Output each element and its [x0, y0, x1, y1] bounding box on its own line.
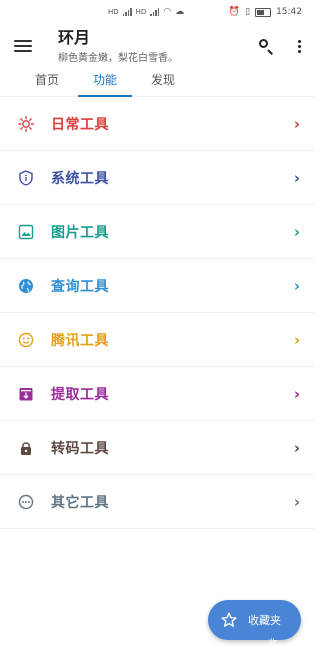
sim-hd-icon-2: HD: [135, 8, 147, 16]
app-title: 环月: [58, 28, 91, 47]
tool-row-query[interactable]: 查询工具 ›: [0, 259, 314, 313]
wifi-icon: ◠: [163, 7, 172, 17]
chevron-right-icon: ›: [293, 114, 300, 133]
tool-row-tencent[interactable]: 腾讯工具 ›: [0, 313, 314, 367]
favorites-label: 收藏夹: [248, 614, 281, 627]
hotspot-icon: ☁: [175, 7, 185, 17]
tool-row-label: 日常工具: [51, 116, 109, 133]
chevron-right-icon: ›: [293, 492, 300, 511]
favorites-tooltip: 收: [268, 639, 278, 649]
menu-icon[interactable]: [14, 40, 32, 52]
chevron-right-icon: ›: [293, 384, 300, 403]
tool-row-label: 查询工具: [51, 278, 109, 295]
tool-row-label: 提取工具: [51, 386, 109, 403]
status-bar: HD HD ◠ ☁ ⏰ ▯ 15:42: [0, 0, 314, 24]
archive-icon: [18, 386, 34, 402]
favorites-button[interactable]: 收藏夹: [208, 600, 301, 640]
more-options-icon[interactable]: [296, 39, 302, 53]
clock: 15:42: [276, 7, 302, 17]
network-indicators: HD HD ◠ ☁: [108, 7, 184, 17]
star-icon: [221, 612, 237, 627]
smiley-icon: [18, 332, 34, 348]
tool-row-image[interactable]: 图片工具 ›: [0, 205, 314, 259]
shield-info-icon: [18, 169, 34, 186]
tool-row-daily[interactable]: 日常工具 ›: [0, 97, 314, 151]
tool-row-transcode[interactable]: 转码工具 ›: [0, 421, 314, 475]
chevron-right-icon: ›: [293, 438, 300, 457]
tool-row-label: 图片工具: [51, 224, 109, 241]
tab-bar: 首页 功能 发现: [0, 68, 314, 97]
tab-functions[interactable]: 功能: [76, 68, 134, 97]
chevron-right-icon: ›: [293, 168, 300, 187]
lock-icon: [18, 440, 34, 456]
tool-row-other[interactable]: 其它工具 ›: [0, 475, 314, 529]
tool-row-label: 系统工具: [51, 170, 109, 187]
tab-home[interactable]: 首页: [18, 68, 76, 96]
alarm-icon: ⏰: [228, 7, 241, 17]
app-titles: 环月 柳色黄金嫩，梨花白雪香。: [58, 28, 258, 64]
tool-row-label: 转码工具: [51, 440, 109, 457]
search-icon[interactable]: [258, 38, 274, 55]
tool-row-label: 腾讯工具: [51, 332, 109, 349]
more-circle-icon: [18, 494, 34, 510]
app-subtitle: 柳色黄金嫩，梨花白雪香。: [58, 53, 178, 64]
sun-icon: [18, 115, 34, 132]
signal-icon-2: [150, 8, 160, 16]
chevron-right-icon: ›: [293, 330, 300, 349]
vibrate-icon: ▯: [245, 7, 251, 17]
tool-category-list: 日常工具 › 系统工具 › 图片工具 › 查询工具 › 腾讯工具 › 提取工具: [0, 97, 314, 529]
sim-hd-icon: HD: [108, 8, 119, 16]
app-bar: 环月 柳色黄金嫩，梨花白雪香。: [0, 24, 314, 68]
globe-icon: [18, 278, 34, 294]
tool-row-label: 其它工具: [51, 494, 109, 511]
signal-icon: [122, 8, 132, 16]
image-icon: [18, 224, 34, 240]
system-indicators: ⏰ ▯ 15:42: [229, 7, 302, 17]
tool-row-extract[interactable]: 提取工具 ›: [0, 367, 314, 421]
chevron-right-icon: ›: [293, 276, 300, 295]
chevron-right-icon: ›: [293, 222, 300, 241]
battery-icon: [255, 7, 272, 17]
tab-discover[interactable]: 发现: [134, 68, 192, 96]
tool-row-system[interactable]: 系统工具 ›: [0, 151, 314, 205]
